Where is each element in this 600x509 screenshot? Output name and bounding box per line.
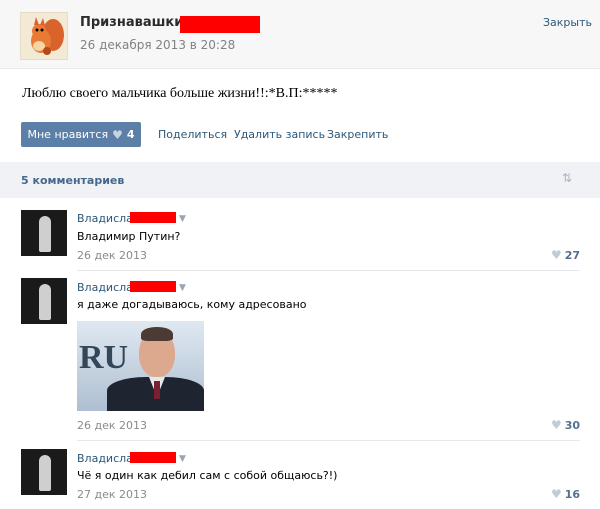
comment-like-button[interactable]: ♥ 27 [551,248,580,262]
share-button[interactable]: Поделиться [158,128,227,141]
comments-count[interactable]: 5 комментариев [21,174,124,187]
comment-avatar[interactable] [21,278,67,324]
comment-photo[interactable]: RU [77,321,204,411]
post-header [0,0,600,69]
post-date[interactable]: 26 декабря 2013 в 20:28 [80,38,235,52]
comment-date[interactable]: 27 дек 2013 [77,488,147,501]
comment-date[interactable]: 26 дек 2013 [77,249,147,262]
comment-like-count: 16 [564,487,581,501]
comment-like-count: 27 [564,248,581,262]
heart-icon: ♥ [551,487,562,501]
post-text: Люблю своего мальчика больше жизни!!:*В.… [22,86,338,101]
redaction-block [180,16,260,33]
group-avatar[interactable] [20,12,68,60]
group-name[interactable]: Признавашки [80,15,183,30]
heart-icon: ♥ [112,127,123,142]
photo-caption: RU [79,339,129,376]
redaction-block [130,452,176,463]
pin-post-button[interactable]: Закрепить [327,128,388,141]
comment-avatar[interactable] [21,449,67,495]
divider [77,440,580,441]
redaction-block [130,281,176,292]
comment-like-button[interactable]: ♥ 30 [551,418,580,432]
close-button[interactable]: Закрыть [543,16,592,29]
caret-down-icon[interactable]: ▼ [179,283,186,293]
comment-like-button[interactable]: ♥ 16 [551,487,580,501]
heart-icon: ♥ [551,418,562,432]
comment-text: я даже догадываюсь, кому адресовано [77,298,307,311]
sort-arrows-icon[interactable]: ⇅ [562,171,572,185]
delete-post-button[interactable]: Удалить запись [234,128,325,141]
caret-down-icon[interactable]: ▼ [179,214,186,224]
like-button[interactable]: Мне нравится ♥ 4 [21,122,141,147]
comment-like-count: 30 [564,418,581,432]
like-count: 4 [126,128,135,141]
comment-text: Чё я один как дебил сам с собой общаюсь?… [77,469,338,482]
divider [77,270,580,271]
heart-icon: ♥ [551,248,562,262]
comment-text: Владимир Путин? [77,230,181,243]
like-label: Мне нравится [27,128,109,141]
comment-date[interactable]: 26 дек 2013 [77,419,147,432]
redaction-block [130,212,176,223]
squirrel-image [21,13,67,59]
caret-down-icon[interactable]: ▼ [179,454,186,464]
comment-avatar[interactable] [21,210,67,256]
